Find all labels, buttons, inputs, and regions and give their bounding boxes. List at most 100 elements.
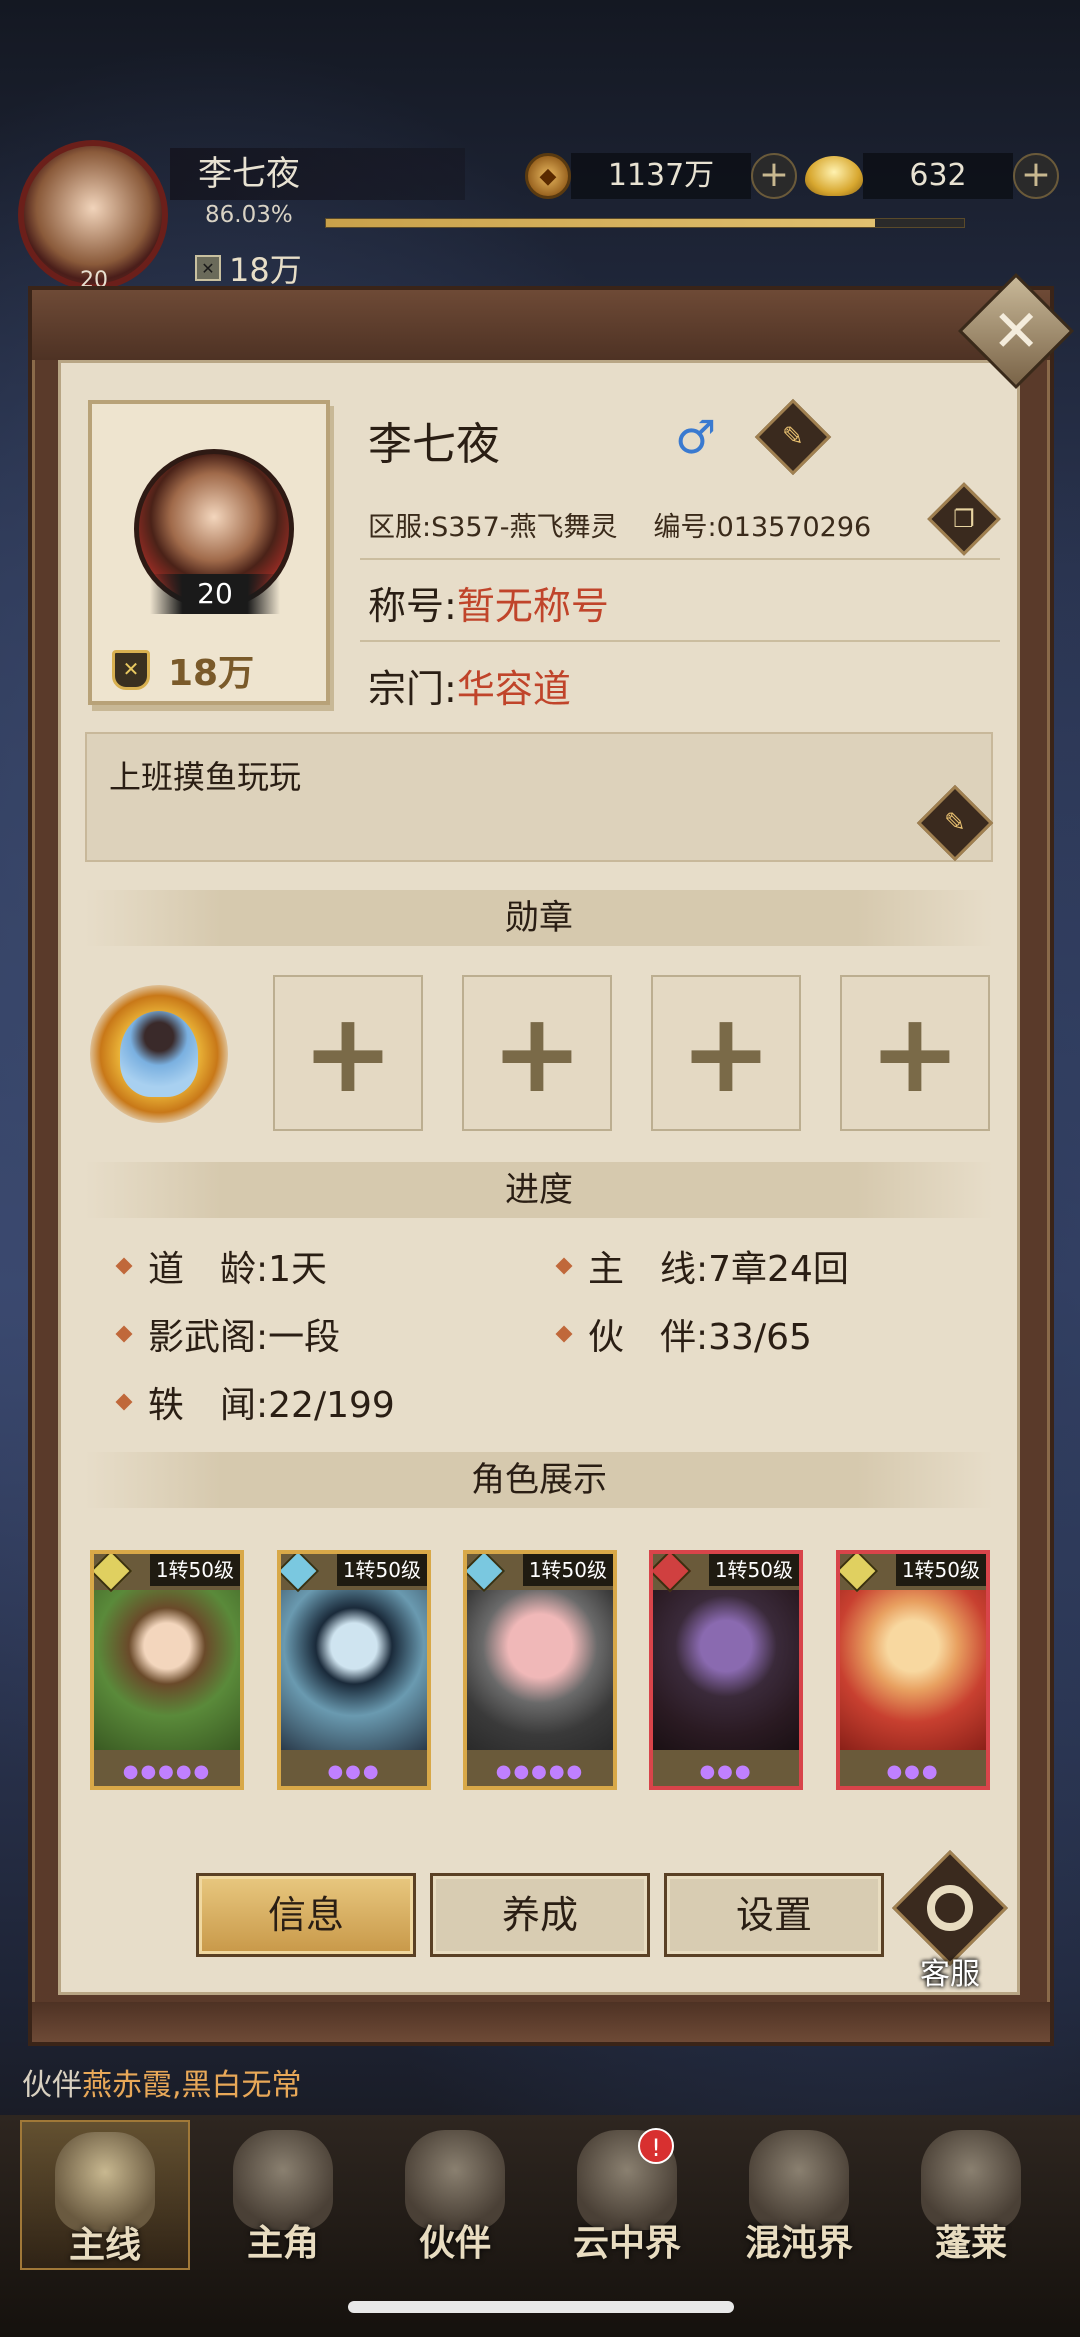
server-label: 区服:S357-燕飞舞灵: [368, 512, 618, 543]
nav-label: 伙伴: [418, 2223, 491, 2264]
nav-label: 蓬莱: [934, 2223, 1007, 2264]
characters-section-title: 角色展示: [85, 1452, 993, 1508]
tab-info[interactable]: 信息: [196, 1873, 416, 1957]
title-label: 称号:: [368, 584, 457, 628]
sect-row: 宗门:华容道: [368, 658, 571, 713]
add-coin-button[interactable]: +: [751, 153, 797, 199]
nav-chaos-realm[interactable]: 混沌界: [714, 2120, 884, 2270]
combat-power: ✕ 18万: [195, 245, 302, 291]
star-rating: ●●●●●: [495, 1761, 585, 1782]
medal-slot-empty[interactable]: +: [651, 975, 801, 1131]
character-portrait: [94, 1590, 240, 1750]
customer-service-button[interactable]: 客服: [892, 1850, 1008, 1992]
nav-main-line[interactable]: 主线: [20, 2120, 190, 2270]
nav-cloud-realm[interactable]: 云中界!: [542, 2120, 712, 2270]
grade-gem-icon: [653, 1554, 692, 1593]
medal-slot-empty[interactable]: +: [462, 975, 612, 1131]
dialog-footer: [32, 2002, 1050, 2042]
signature-box: 上班摸鱼玩玩: [85, 732, 993, 862]
signature-text: 上班摸鱼玩玩: [109, 758, 302, 796]
star-rating: ●●●: [327, 1761, 381, 1782]
progress-text: 轶 闻:22/199: [148, 1385, 395, 1426]
brush-icon: ✎: [944, 807, 966, 838]
tab-settings[interactable]: 设置: [664, 1873, 884, 1957]
chat-message[interactable]: 伙伴燕赤霞,黑白无常: [22, 2060, 302, 2104]
divider: [360, 640, 1000, 642]
card-level-tag: 1转50级: [708, 1554, 799, 1586]
bullet-icon: [555, 1325, 573, 1343]
progress-text: 道 龄:1天: [148, 1249, 328, 1290]
nav-label: 主线: [68, 2225, 141, 2266]
player-name: 李七夜: [170, 148, 465, 200]
notification-badge: !: [638, 2128, 674, 2164]
exp-bar: [325, 218, 965, 228]
profile-power: ✕ 18万: [112, 644, 254, 696]
exp-bar-fill: [326, 219, 875, 227]
title-row: 称号:暂无称号: [368, 575, 609, 630]
dialog-header: [32, 290, 1050, 360]
profile-level: 20: [150, 574, 280, 614]
chat-prefix: 伙伴: [22, 2068, 82, 2103]
grade-gem-icon: [840, 1554, 879, 1593]
nav-penglai[interactable]: 蓬莱: [886, 2120, 1056, 2270]
tab-cultivate[interactable]: 养成: [430, 1873, 650, 1957]
plus-icon: +: [679, 989, 773, 1117]
bullet-icon: [115, 1325, 133, 1343]
bullet-icon: [115, 1393, 133, 1411]
nav-label: 混沌界: [744, 2223, 853, 2264]
progress-partners: 伙 伴:33/65: [555, 1308, 812, 1360]
grade-gem-icon: [467, 1554, 506, 1593]
plus-icon: +: [490, 989, 584, 1117]
add-ingot-button[interactable]: +: [1013, 153, 1059, 199]
chat-highlight: 燕赤霞,黑白无常: [82, 2068, 302, 2103]
grade-gem-icon: [94, 1554, 133, 1593]
coin-icon: ◆: [525, 153, 571, 199]
power-shield-icon: ✕: [112, 650, 150, 690]
nav-label: 主角: [246, 2223, 319, 2264]
nav-hero[interactable]: 主角: [198, 2120, 368, 2270]
star-rating: ●●●●●: [122, 1761, 212, 1782]
progress-section-title: 进度: [85, 1162, 993, 1218]
ingot-amount: 632: [863, 153, 1013, 199]
coin-amount: 1137万: [571, 153, 751, 199]
progress-text: 伙 伴:33/65: [588, 1317, 812, 1358]
sect-label: 宗门:: [368, 667, 457, 711]
ingot-currency: 632 +: [805, 150, 1059, 202]
character-card[interactable]: 1转50级 ●●●: [649, 1550, 803, 1790]
progress-iron-news: 轶 闻:22/199: [115, 1376, 395, 1428]
nav-partner[interactable]: 伙伴: [370, 2120, 540, 2270]
home-indicator[interactable]: [348, 2301, 734, 2313]
medal-slot-empty[interactable]: +: [840, 975, 990, 1131]
progress-text: 主 线:7章24回: [588, 1249, 849, 1290]
character-card[interactable]: 1转50级 ●●●: [836, 1550, 990, 1790]
profile-name: 李七夜: [368, 419, 500, 470]
title-value: 暂无称号: [456, 584, 609, 628]
character-card[interactable]: 1转50级 ●●●●●: [463, 1550, 617, 1790]
character-card[interactable]: 1转50级 ●●●: [277, 1550, 431, 1790]
progress-text: 影武阁:一段: [148, 1317, 341, 1358]
player-id: 编号:013570296: [653, 512, 872, 543]
medal-portrait: [120, 1011, 198, 1097]
card-level-tag: 1转50级: [336, 1554, 427, 1586]
plus-icon: +: [868, 989, 962, 1117]
sect-value: 华容道: [456, 667, 571, 711]
grade-gem-icon: [281, 1554, 320, 1593]
divider: [360, 558, 1000, 560]
character-card[interactable]: 1转50级 ●●●●●: [90, 1550, 244, 1790]
plus-icon: +: [301, 989, 395, 1117]
progress-dao-age: 道 龄:1天: [115, 1240, 328, 1292]
copy-icon: ❐: [953, 504, 975, 533]
star-rating: ●●●: [886, 1761, 940, 1782]
combat-power-value: 18万: [229, 251, 302, 289]
progress-main-line: 主 线:7章24回: [555, 1240, 849, 1292]
character-portrait: [653, 1590, 799, 1750]
close-icon: ✕: [991, 296, 1041, 365]
bullet-icon: [115, 1257, 133, 1275]
medal-slot-empty[interactable]: +: [273, 975, 423, 1131]
bullet-icon: [555, 1257, 573, 1275]
medals-section-title: 勋章: [85, 890, 993, 946]
server-info: 区服:S357-燕飞舞灵 编号:013570296: [368, 505, 871, 544]
star-rating: ●●●: [699, 1761, 753, 1782]
medal-badge[interactable]: [90, 985, 228, 1123]
exp-percent: 86.03%: [205, 202, 293, 228]
